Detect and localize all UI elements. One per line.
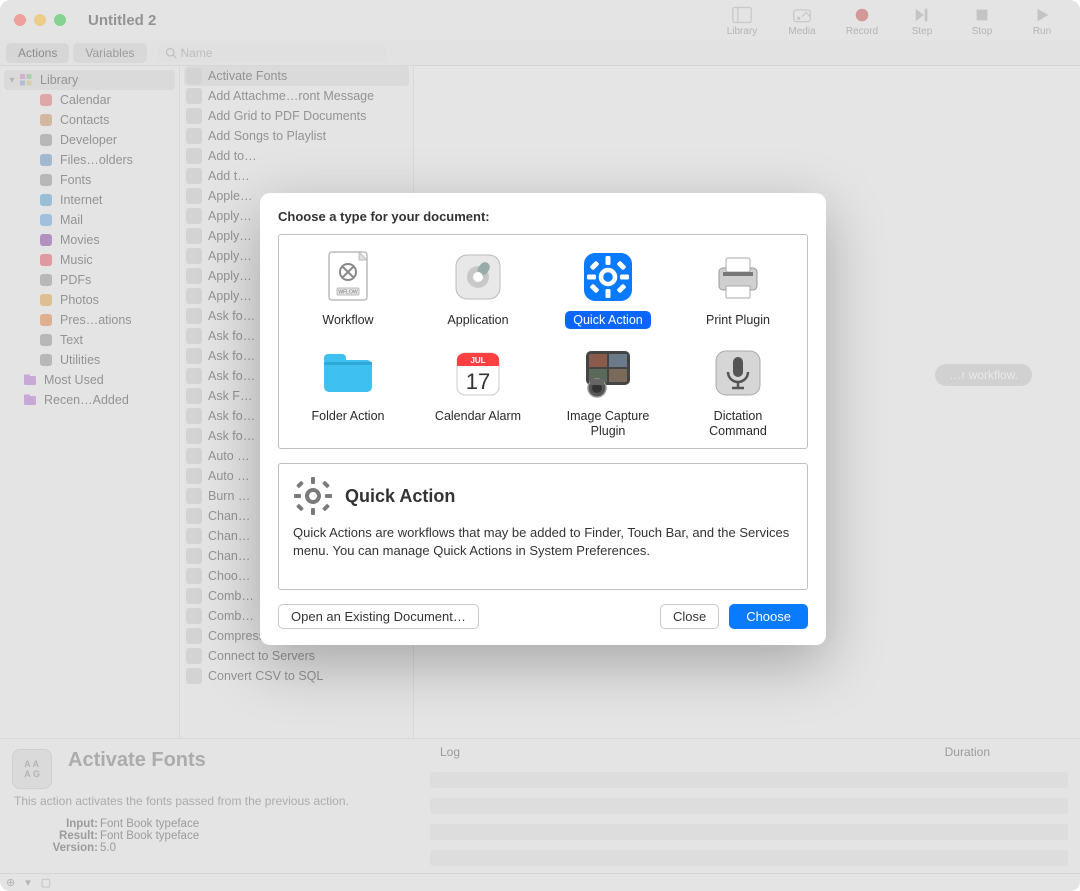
type-print-plugin[interactable]: Print Plugin bbox=[673, 245, 803, 331]
type-label: Application bbox=[439, 311, 516, 329]
image-capture-plugin-icon bbox=[580, 345, 636, 401]
choose-button[interactable]: Choose bbox=[729, 604, 808, 629]
desc-body: Quick Actions are workflows that may be … bbox=[293, 524, 793, 560]
type-application[interactable]: Application bbox=[413, 245, 543, 331]
type-folder-action[interactable]: Folder Action bbox=[283, 341, 413, 442]
application-icon bbox=[450, 249, 506, 305]
type-description: Quick Action Quick Actions are workflows… bbox=[278, 463, 808, 589]
document-type-dialog: Choose a type for your document: WFLOW Wo… bbox=[260, 193, 826, 645]
type-label: Image Capture Plugin bbox=[559, 407, 658, 440]
type-grid: WFLOW Workflow Application Quick Action Prin… bbox=[278, 234, 808, 449]
type-label: Folder Action bbox=[304, 407, 393, 425]
quick-action-icon bbox=[580, 249, 636, 305]
type-calendar-alarm[interactable]: JUL 17 Calendar Alarm bbox=[413, 341, 543, 442]
desc-title: Quick Action bbox=[345, 486, 455, 507]
dictation-command-icon bbox=[710, 345, 766, 401]
svg-text:WFLOW: WFLOW bbox=[338, 290, 357, 296]
folder-action-icon bbox=[320, 345, 376, 401]
workflow-icon: WFLOW bbox=[320, 249, 376, 305]
open-existing-button[interactable]: Open an Existing Document… bbox=[278, 604, 479, 629]
type-label: Print Plugin bbox=[698, 311, 778, 329]
close-button[interactable]: Close bbox=[660, 604, 719, 629]
svg-text:17: 17 bbox=[466, 369, 490, 394]
dialog-heading: Choose a type for your document: bbox=[278, 209, 808, 224]
svg-text:JUL: JUL bbox=[470, 356, 485, 365]
calendar-alarm-icon: JUL 17 bbox=[450, 345, 506, 401]
type-workflow[interactable]: WFLOW Workflow bbox=[283, 245, 413, 331]
dialog-footer: Open an Existing Document… Close Choose bbox=[278, 604, 808, 629]
gear-icon bbox=[293, 476, 333, 516]
print-plugin-icon bbox=[710, 249, 766, 305]
type-quick-action[interactable]: Quick Action bbox=[543, 245, 673, 331]
type-dictation-command[interactable]: Dictation Command bbox=[673, 341, 803, 442]
type-label: Quick Action bbox=[565, 311, 650, 329]
type-image-capture-plugin[interactable]: Image Capture Plugin bbox=[543, 341, 673, 442]
app-window: Untitled 2 Library Media Record Step Sto… bbox=[0, 0, 1080, 891]
type-label: Dictation Command bbox=[701, 407, 775, 440]
type-label: Calendar Alarm bbox=[427, 407, 529, 425]
type-label: Workflow bbox=[314, 311, 381, 329]
